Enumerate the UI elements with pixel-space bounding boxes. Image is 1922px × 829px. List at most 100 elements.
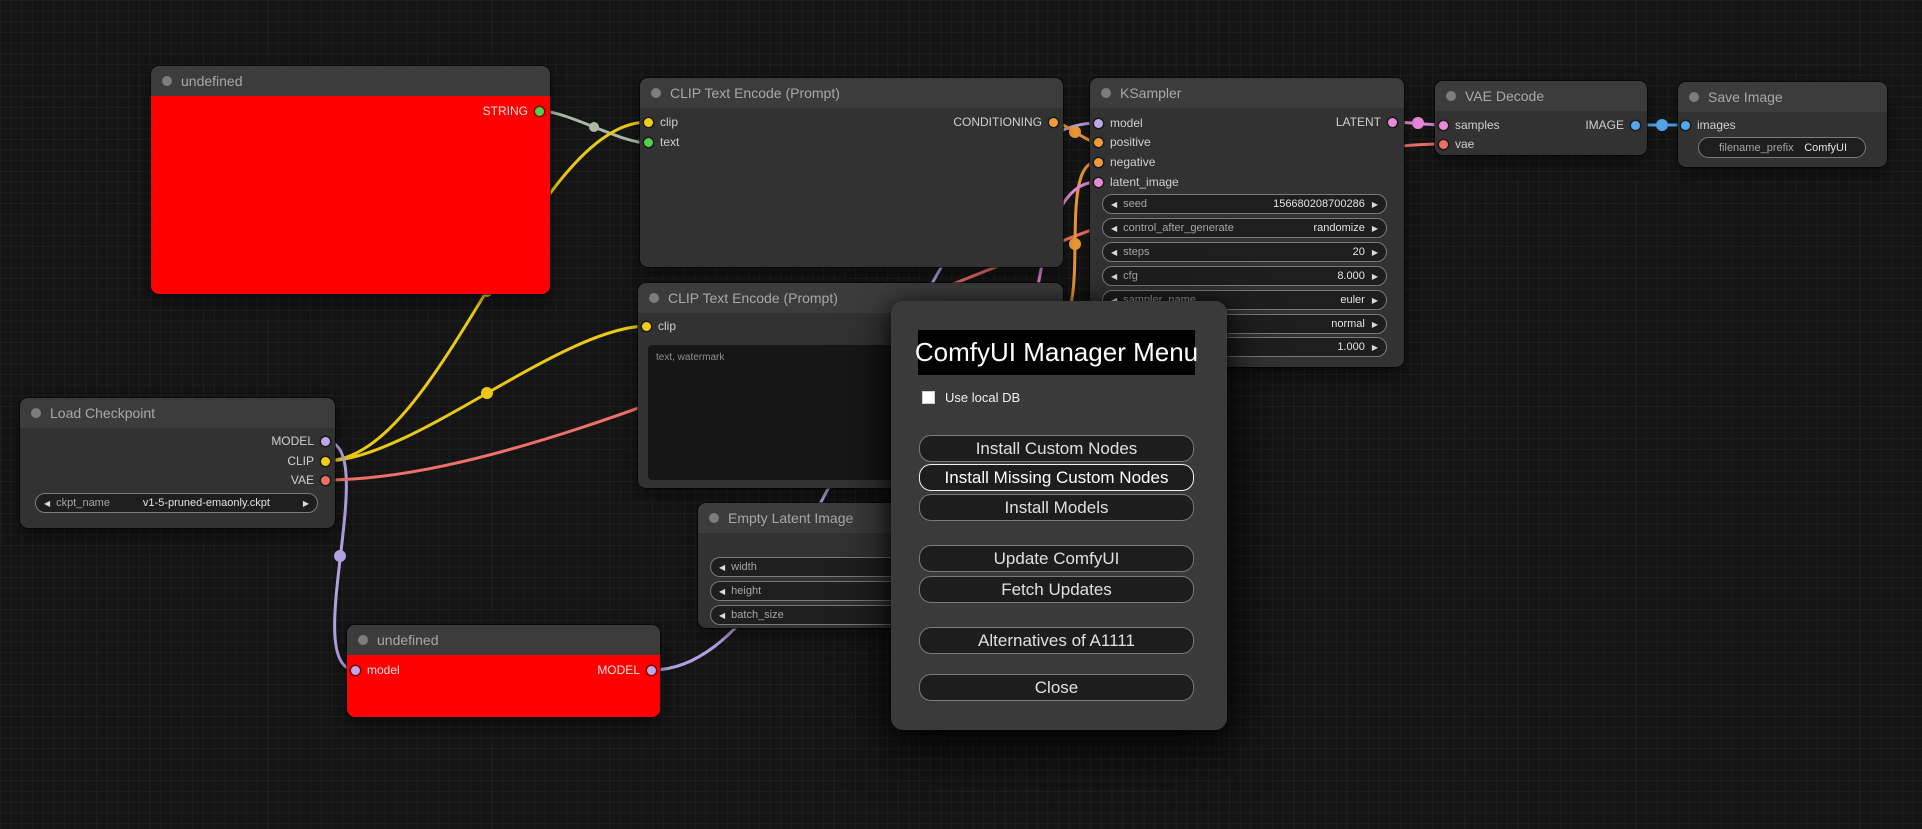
right-arrow-icon[interactable]: ▶ — [1372, 320, 1378, 329]
use-local-db-row[interactable]: Use local DB — [922, 390, 1020, 405]
wire-dot — [589, 122, 599, 132]
input-port-icon[interactable] — [1681, 120, 1690, 130]
output-port-icon[interactable] — [321, 475, 330, 485]
widget-ckpt-name[interactable]: ◀ ckpt_name v1-5-pruned-emaonly.ckpt ▶ — [35, 493, 318, 513]
output-slot-clip[interactable]: CLIP — [287, 453, 330, 469]
use-local-db-label: Use local DB — [945, 390, 1021, 405]
output-slot-conditioning[interactable]: CONDITIONING — [953, 114, 1058, 130]
node-undefined-bottom[interactable]: undefined model MODEL — [347, 625, 660, 717]
node-titlebar[interactable]: CLIP Text Encode (Prompt) — [640, 78, 1063, 108]
output-slot-image[interactable]: IMAGE — [1585, 117, 1640, 133]
input-slot-clip[interactable]: clip — [642, 318, 676, 334]
input-slot-vae[interactable]: vae — [1439, 136, 1474, 152]
output-slot-model[interactable]: MODEL — [597, 662, 656, 678]
output-port-icon[interactable] — [647, 665, 656, 675]
widget-label: steps — [1123, 246, 1150, 258]
node-load-checkpoint[interactable]: Load Checkpoint MODEL CLIP VAE ◀ ckpt_na… — [20, 398, 335, 528]
left-arrow-icon[interactable]: ◀ — [1111, 248, 1117, 257]
wire-dot — [1069, 238, 1081, 250]
input-port-icon[interactable] — [644, 117, 653, 127]
input-port-icon[interactable] — [1439, 139, 1448, 149]
input-slot-model[interactable]: model — [1094, 115, 1143, 131]
node-titlebar[interactable]: undefined — [151, 66, 550, 96]
wire-dot — [481, 387, 493, 399]
collapse-dot-icon[interactable] — [162, 76, 172, 86]
collapse-dot-icon[interactable] — [31, 408, 41, 418]
output-slot-vae[interactable]: VAE — [291, 472, 330, 488]
collapse-dot-icon[interactable] — [709, 513, 719, 523]
output-port-icon[interactable] — [1388, 117, 1397, 127]
left-arrow-icon[interactable]: ◀ — [719, 611, 725, 620]
widget-label: height — [731, 585, 762, 597]
output-slot-string[interactable]: STRING — [483, 103, 544, 119]
input-port-icon[interactable] — [1094, 157, 1103, 167]
node-titlebar[interactable]: undefined — [347, 625, 660, 655]
collapse-dot-icon[interactable] — [358, 635, 368, 645]
widget-steps[interactable]: ◀ steps 20 ▶ — [1102, 242, 1387, 262]
node-undefined-top[interactable]: undefined STRING — [151, 66, 550, 294]
collapse-dot-icon[interactable] — [649, 293, 659, 303]
output-port-icon[interactable] — [535, 106, 544, 116]
output-slot-latent[interactable]: LATENT — [1336, 114, 1397, 130]
widget-filename-prefix[interactable]: filename_prefix ComfyUI — [1698, 137, 1866, 158]
input-port-icon[interactable] — [1094, 118, 1103, 128]
output-port-icon[interactable] — [1631, 120, 1640, 130]
fetch-updates-button[interactable]: Fetch Updates — [919, 576, 1194, 603]
input-port-icon[interactable] — [1094, 137, 1103, 147]
node-titlebar[interactable]: VAE Decode — [1435, 81, 1647, 111]
node-titlebar[interactable]: Save Image — [1678, 82, 1887, 112]
right-arrow-icon[interactable]: ▶ — [1372, 248, 1378, 257]
input-slot-model[interactable]: model — [351, 662, 400, 678]
input-port-icon[interactable] — [642, 321, 651, 331]
alternatives-of-a1111-button[interactable]: Alternatives of A1111 — [919, 627, 1194, 654]
input-slot-samples[interactable]: samples — [1439, 117, 1500, 133]
output-port-icon[interactable] — [321, 456, 330, 466]
left-arrow-icon[interactable]: ◀ — [1111, 224, 1117, 233]
right-arrow-icon[interactable]: ▶ — [1372, 296, 1378, 305]
node-titlebar[interactable]: Load Checkpoint — [20, 398, 335, 428]
close-button[interactable]: Close — [919, 674, 1194, 701]
collapse-dot-icon[interactable] — [651, 88, 661, 98]
collapse-dot-icon[interactable] — [1689, 92, 1699, 102]
widget-cfg[interactable]: ◀ cfg 8.000 ▶ — [1102, 266, 1387, 286]
output-slot-model[interactable]: MODEL — [271, 433, 330, 449]
node-vae-decode[interactable]: VAE Decode samples vae IMAGE — [1435, 81, 1647, 155]
input-slot-negative[interactable]: negative — [1094, 154, 1155, 170]
right-arrow-icon[interactable]: ▶ — [1372, 272, 1378, 281]
left-arrow-icon[interactable]: ◀ — [719, 563, 725, 572]
right-arrow-icon[interactable]: ▶ — [1372, 200, 1378, 209]
input-slot-clip[interactable]: clip — [644, 114, 678, 130]
input-slot-images[interactable]: images — [1681, 117, 1736, 133]
node-save-image[interactable]: Save Image images filename_prefix ComfyU… — [1678, 82, 1887, 167]
collapse-dot-icon[interactable] — [1101, 88, 1111, 98]
left-arrow-icon[interactable]: ◀ — [44, 499, 50, 508]
node-clip-text-encode-1[interactable]: CLIP Text Encode (Prompt) clip text COND… — [640, 78, 1063, 267]
install-missing-custom-nodes-button[interactable]: Install Missing Custom Nodes — [919, 464, 1194, 491]
widget-control-after-generate[interactable]: ◀ control_after_generate randomize ▶ — [1102, 218, 1387, 238]
use-local-db-checkbox[interactable] — [922, 391, 935, 404]
right-arrow-icon[interactable]: ▶ — [1372, 343, 1378, 352]
widget-seed[interactable]: ◀ seed 156680208700286 ▶ — [1102, 194, 1387, 214]
right-arrow-icon[interactable]: ▶ — [1372, 224, 1378, 233]
input-port-icon[interactable] — [1439, 120, 1448, 130]
install-models-button[interactable]: Install Models — [919, 494, 1194, 521]
left-arrow-icon[interactable]: ◀ — [719, 587, 725, 596]
install-custom-nodes-button[interactable]: Install Custom Nodes — [919, 435, 1194, 462]
input-port-icon[interactable] — [1094, 177, 1103, 187]
input-port-icon[interactable] — [644, 137, 653, 147]
input-slot-text[interactable]: text — [644, 134, 679, 150]
input-slot-latent-image[interactable]: latent_image — [1094, 174, 1179, 190]
node-title: Load Checkpoint — [50, 405, 156, 421]
node-titlebar[interactable]: KSampler — [1090, 78, 1404, 108]
slot-label: model — [1110, 116, 1143, 130]
left-arrow-icon[interactable]: ◀ — [1111, 200, 1117, 209]
collapse-dot-icon[interactable] — [1446, 91, 1456, 101]
output-port-icon[interactable] — [1049, 117, 1058, 127]
left-arrow-icon[interactable]: ◀ — [1111, 272, 1117, 281]
update-comfyui-button[interactable]: Update ComfyUI — [919, 545, 1194, 572]
slot-label: vae — [1455, 137, 1475, 151]
output-port-icon[interactable] — [321, 436, 330, 446]
input-port-icon[interactable] — [351, 665, 360, 675]
input-slot-positive[interactable]: positive — [1094, 134, 1151, 150]
right-arrow-icon[interactable]: ▶ — [303, 499, 309, 508]
